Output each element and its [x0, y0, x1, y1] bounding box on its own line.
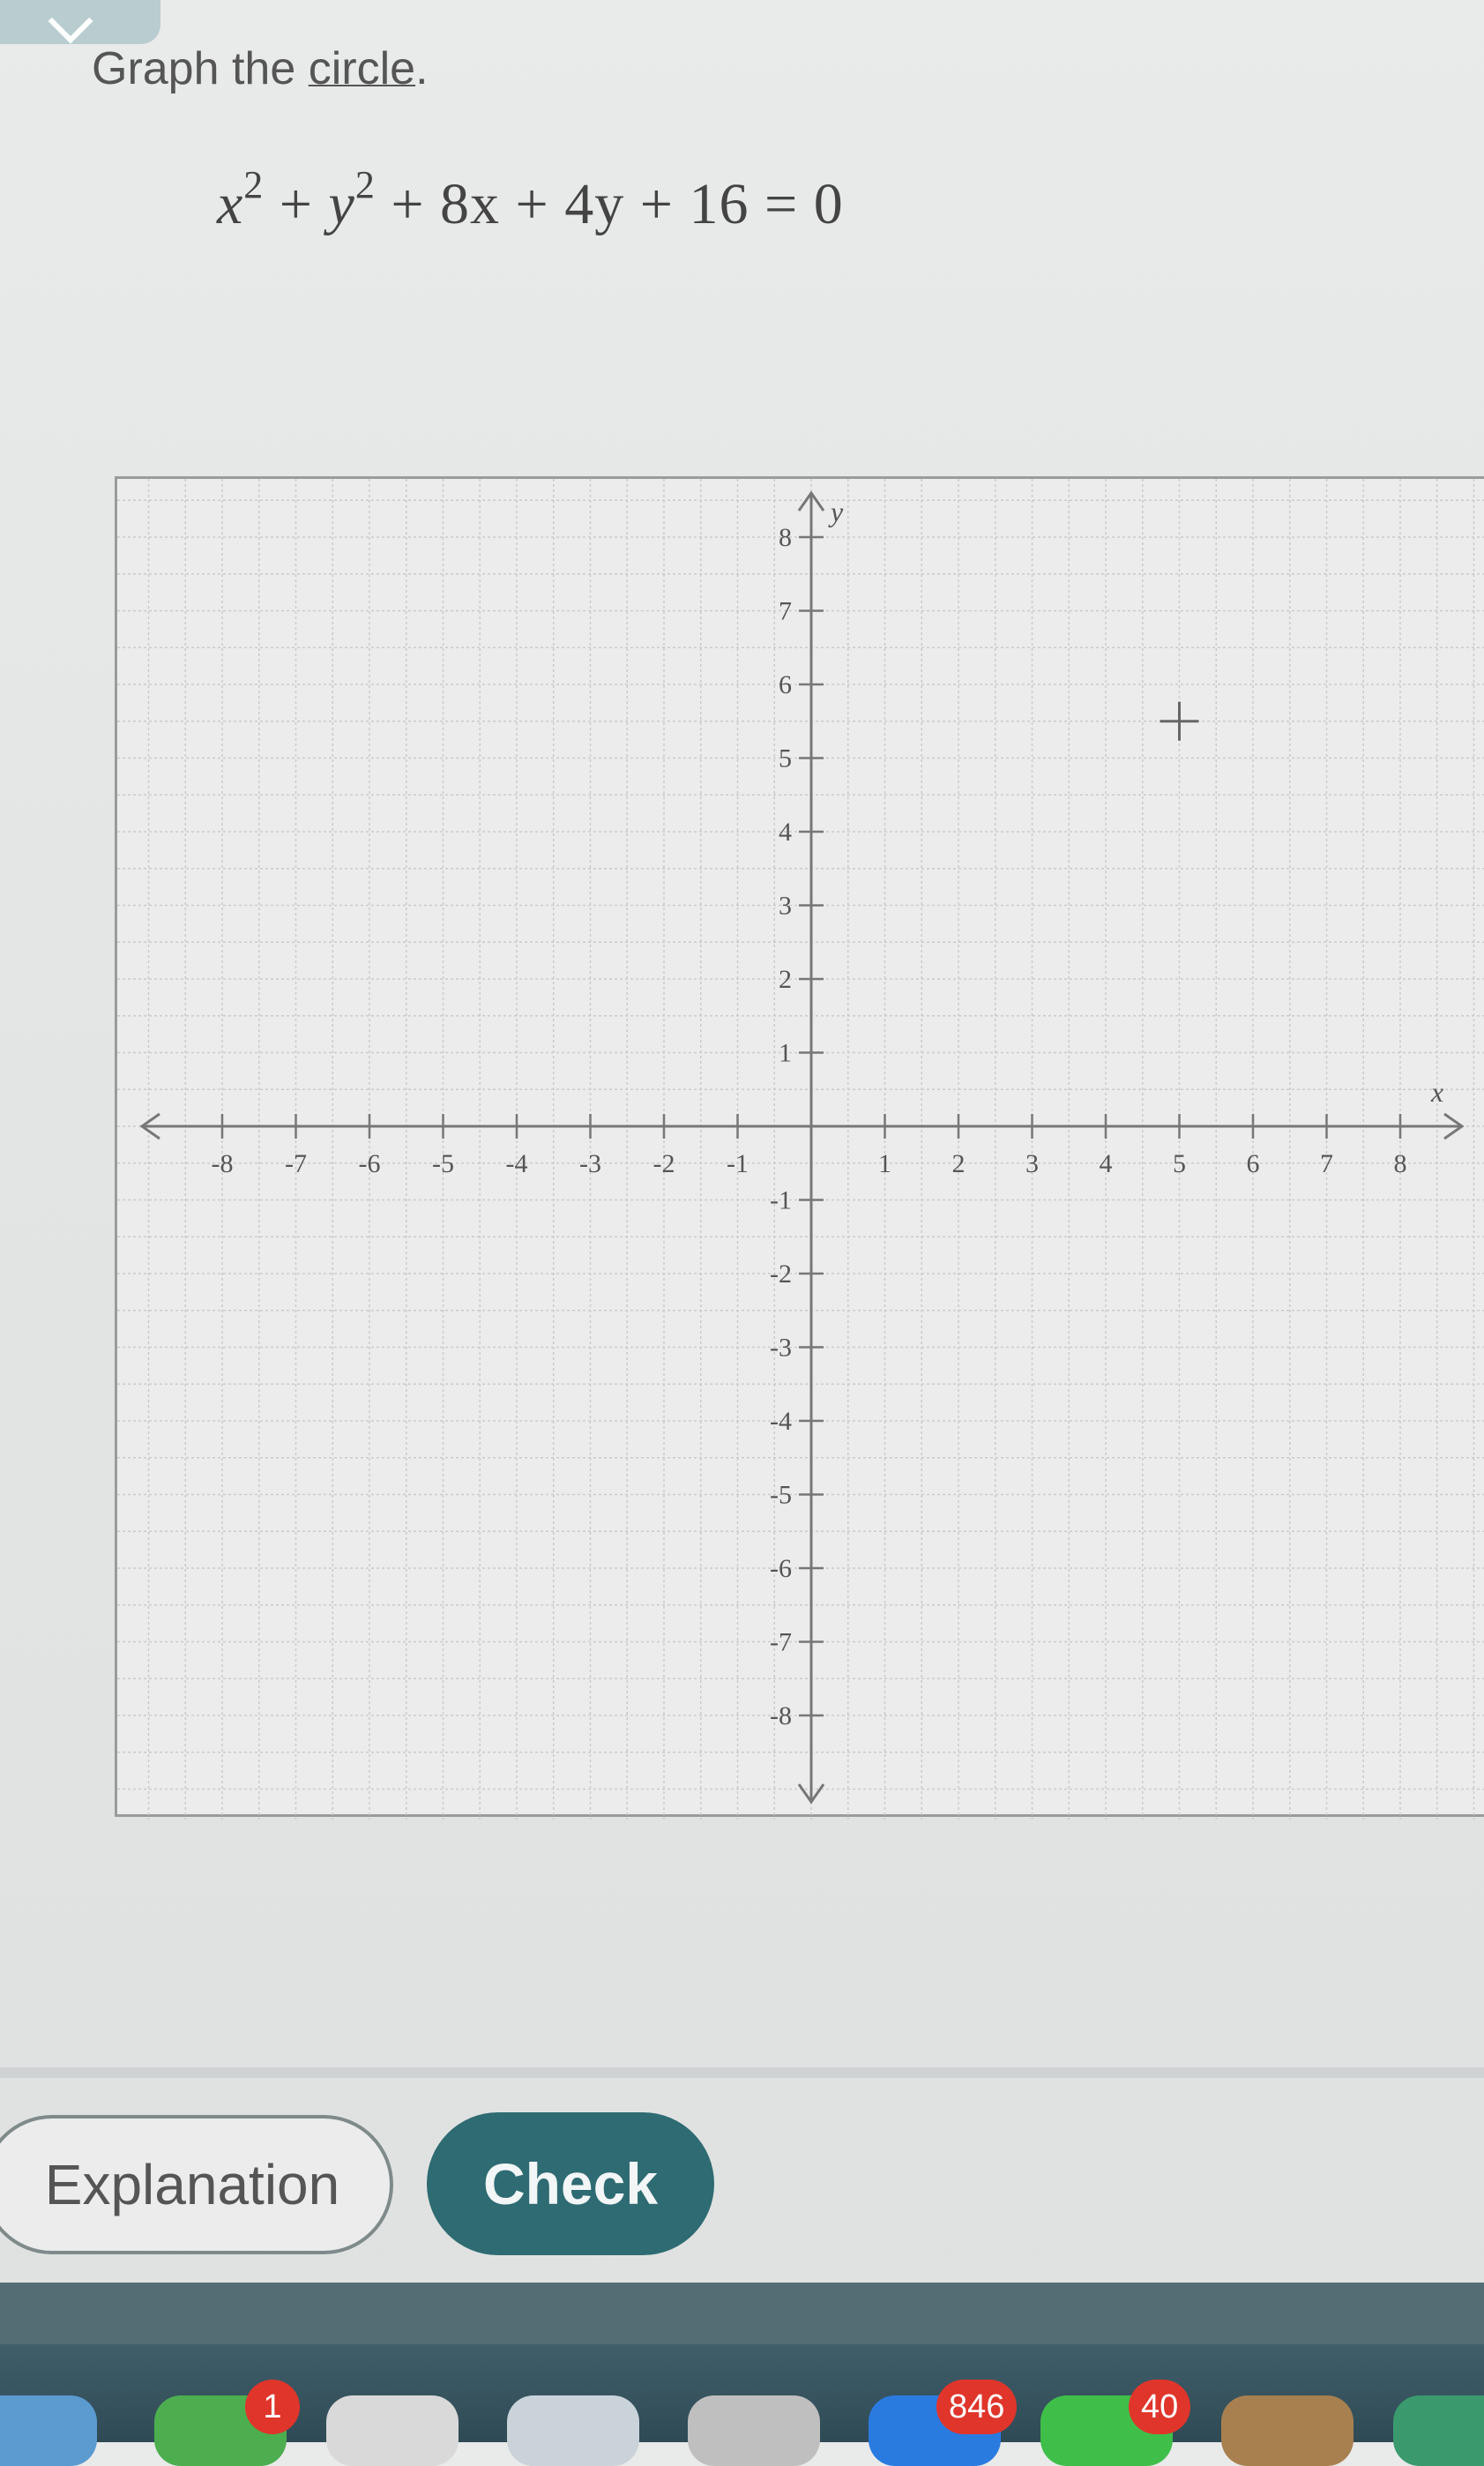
coordinate-plane[interactable]: -8 -7 -6 -5 -4 -3 -2 -1 1 2 3 4 5 6 7 8 8 7 6 5 4 3 2 1 -1 -2 -3 -4…	[117, 479, 1484, 1820]
x-tick-label: 6	[1247, 1149, 1260, 1178]
y-tick-label: -8	[770, 1701, 792, 1730]
x-tick-label: -5	[432, 1149, 454, 1178]
divider	[0, 2067, 1484, 2078]
y-tick-label: 8	[779, 523, 792, 552]
eq-y: y	[328, 172, 355, 236]
x-tick-label: -4	[506, 1149, 528, 1178]
problem-prompt: Graph the circle.	[92, 42, 429, 95]
x-tick-label: -1	[727, 1149, 749, 1178]
eq-rest: + 8x + 4y + 16 = 0	[375, 172, 844, 236]
check-button[interactable]: Check	[427, 2112, 714, 2255]
dock-app-icon[interactable]	[688, 2395, 820, 2466]
y-tick-label: 3	[779, 892, 792, 921]
circle-equation: x2 + y2 + 8x + 4y + 16 = 0	[217, 163, 844, 238]
y-tick-label: -7	[770, 1628, 792, 1657]
dock-app-icon[interactable]	[326, 2395, 459, 2466]
x-axis-label: x	[1430, 1076, 1443, 1108]
y-tick-label: 2	[779, 965, 792, 994]
dock-app-icon[interactable]	[1221, 2395, 1353, 2466]
prompt-end: .	[415, 43, 429, 94]
eq-exp2: 2	[354, 163, 376, 206]
y-axis-label: y	[828, 496, 844, 527]
y-tick-label: 1	[779, 1039, 792, 1068]
circle-link[interactable]: circle	[309, 43, 415, 94]
x-tick-label: 3	[1025, 1149, 1039, 1178]
y-tick-label: 7	[779, 597, 792, 626]
y-tick-label: -2	[770, 1259, 792, 1289]
x-tick-label: 1	[878, 1149, 891, 1178]
x-tick-label: -8	[212, 1149, 234, 1178]
explanation-button[interactable]: Explanation	[0, 2115, 393, 2254]
y-tick-label: -6	[770, 1554, 792, 1583]
x-tick-label: 8	[1394, 1149, 1407, 1178]
eq-x: x	[217, 172, 244, 236]
x-tick-label: -2	[653, 1149, 675, 1178]
x-tick-label: -7	[285, 1149, 307, 1178]
y-tick-label: -4	[770, 1407, 792, 1436]
y-tick-label: -5	[770, 1481, 792, 1510]
prompt-text: Graph the	[92, 43, 309, 94]
y-tick-label: -3	[770, 1334, 792, 1363]
collapse-tab[interactable]	[0, 0, 160, 44]
y-tick-label: 5	[779, 744, 792, 773]
x-tick-label: -6	[359, 1149, 381, 1178]
y-tick-label: 6	[779, 670, 792, 699]
y-tick-label: 4	[779, 818, 792, 847]
eq-exp1: 2	[243, 163, 265, 206]
dock-app-icon[interactable]	[0, 2395, 97, 2466]
x-tick-label: 7	[1320, 1149, 1333, 1178]
notification-badge: 846	[936, 2380, 1018, 2434]
notification-badge: 1	[245, 2380, 300, 2434]
eq-plus1: +	[264, 172, 329, 236]
x-tick-label: -3	[579, 1149, 601, 1178]
x-tick-label: 4	[1100, 1149, 1113, 1178]
y-tick-label: -1	[770, 1186, 792, 1215]
dock-app-icon[interactable]	[1393, 2395, 1484, 2466]
notification-badge: 40	[1129, 2380, 1191, 2434]
graphing-area[interactable]: -8 -7 -6 -5 -4 -3 -2 -1 1 2 3 4 5 6 7 8 8 7 6 5 4 3 2 1 -1 -2 -3 -4…	[115, 476, 1484, 1820]
footer-bar	[0, 2283, 1484, 2344]
x-tick-label: 5	[1173, 1149, 1186, 1178]
dock-app-icon[interactable]	[507, 2395, 639, 2466]
x-tick-label: 2	[952, 1149, 966, 1178]
chevron-down-icon	[48, 0, 93, 44]
